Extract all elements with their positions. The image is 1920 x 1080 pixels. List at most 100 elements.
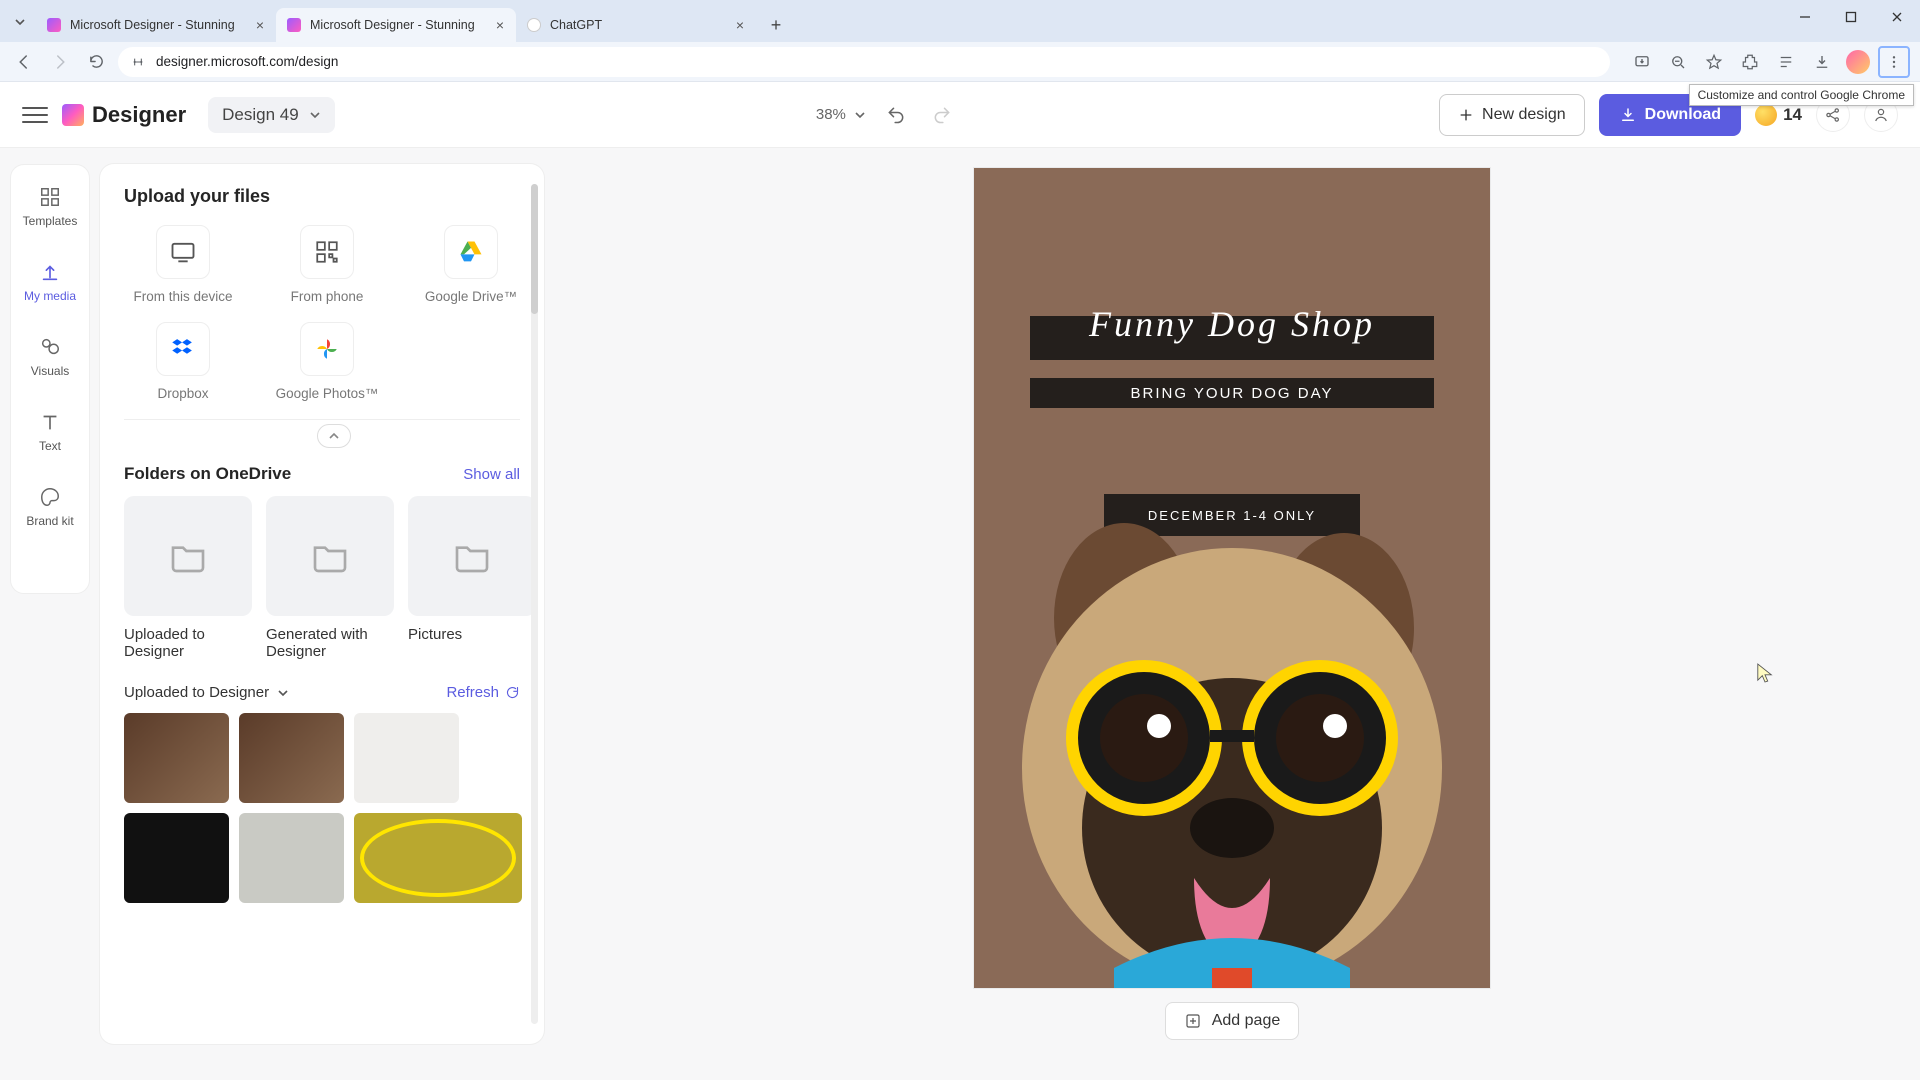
upload-from-device[interactable]: From this device — [124, 225, 242, 304]
media-thumbnail[interactable] — [354, 813, 522, 903]
media-thumbnail[interactable] — [354, 713, 459, 803]
templates-icon — [38, 185, 62, 209]
new-design-button[interactable]: New design — [1439, 94, 1585, 136]
close-icon[interactable]: × — [734, 17, 746, 33]
canvas-area[interactable]: Funny Dog Shop BRING YOUR DOG DAY DECEMB… — [544, 148, 1920, 1080]
media-thumbnail[interactable] — [239, 813, 344, 903]
refresh-button[interactable]: Refresh — [446, 684, 520, 701]
profile-avatar[interactable] — [1842, 46, 1874, 78]
upload-gdrive[interactable]: Google Drive™ — [412, 225, 530, 304]
back-icon[interactable] — [10, 48, 38, 76]
upload-from-phone[interactable]: From phone — [268, 225, 386, 304]
zoom-control[interactable]: 38% — [816, 106, 866, 123]
extensions-icon[interactable] — [1734, 46, 1766, 78]
tooltip: Customize and control Google Chrome — [1689, 84, 1914, 106]
folder-item[interactable] — [266, 496, 394, 616]
canvas-title[interactable]: Funny Dog Shop — [974, 303, 1490, 345]
rail-label: Brand kit — [26, 514, 73, 528]
upload-label: From phone — [291, 289, 364, 304]
new-tab-button[interactable]: + — [762, 11, 790, 39]
upload-label: Google Photos™ — [276, 386, 379, 401]
chevron-down-icon — [309, 109, 321, 121]
browser-tab[interactable]: ChatGPT × — [516, 8, 756, 42]
rail-brandkit[interactable]: Brand kit — [19, 479, 81, 534]
rail-templates[interactable]: Templates — [19, 179, 81, 234]
address-bar[interactable]: designer.microsoft.com/design — [118, 47, 1610, 77]
upload-label: Dropbox — [157, 386, 208, 401]
upload-label: Google Drive™ — [425, 289, 517, 304]
media-thumbnail[interactable] — [239, 713, 344, 803]
app-header: Designer Design 49 38% New design Downlo… — [0, 82, 1920, 148]
tab-title: ChatGPT — [550, 18, 726, 32]
logo-icon — [62, 104, 84, 126]
canvas-subtitle[interactable]: BRING YOUR DOG DAY — [1030, 378, 1434, 408]
tab-title: Microsoft Designer - Stunning — [70, 18, 246, 32]
bookmark-icon[interactable] — [1698, 46, 1730, 78]
gdrive-icon — [444, 225, 498, 279]
add-page-button[interactable]: Add page — [1165, 1002, 1300, 1040]
downloads-icon[interactable] — [1806, 46, 1838, 78]
folder-item[interactable] — [124, 496, 252, 616]
favicon-icon — [46, 17, 62, 33]
design-name-dropdown[interactable]: Design 49 — [208, 97, 335, 133]
rail-visuals[interactable]: Visuals — [19, 329, 81, 384]
credits[interactable]: 14 — [1755, 104, 1802, 126]
show-all-link[interactable]: Show all — [463, 466, 520, 483]
refresh-label: Refresh — [446, 684, 499, 701]
reading-list-icon[interactable] — [1770, 46, 1802, 78]
rail-mymedia[interactable]: My media — [19, 254, 81, 309]
device-icon — [156, 225, 210, 279]
favicon-icon — [286, 17, 302, 33]
browser-titlebar: Microsoft Designer - Stunning × Microsof… — [0, 0, 1920, 42]
rail-label: Visuals — [31, 364, 69, 378]
upload-label: From this device — [133, 289, 232, 304]
tab-title: Microsoft Designer - Stunning — [310, 18, 486, 32]
rail-text[interactable]: Text — [19, 404, 81, 459]
url-text: designer.microsoft.com/design — [156, 54, 338, 69]
site-info-icon[interactable] — [130, 54, 146, 70]
text-icon — [38, 410, 62, 434]
browser-tab[interactable]: Microsoft Designer - Stunning × — [276, 8, 516, 42]
zoom-icon[interactable] — [1662, 46, 1694, 78]
scrollbar[interactable] — [531, 184, 538, 1024]
collapse-icon[interactable] — [317, 424, 351, 448]
close-icon[interactable]: × — [254, 17, 266, 33]
logo-text: Designer — [92, 102, 186, 128]
design-canvas[interactable]: Funny Dog Shop BRING YOUR DOG DAY DECEMB… — [974, 168, 1490, 988]
install-icon[interactable] — [1626, 46, 1658, 78]
close-icon[interactable]: × — [494, 17, 506, 33]
close-window-icon[interactable] — [1874, 0, 1920, 34]
folder-item[interactable] — [408, 496, 536, 616]
zoom-value: 38% — [816, 106, 846, 123]
media-thumbnail[interactable] — [124, 813, 229, 903]
maximize-icon[interactable] — [1828, 0, 1874, 34]
media-thumbnail[interactable] — [124, 713, 229, 803]
dropbox-icon — [156, 322, 210, 376]
upload-gphotos[interactable]: Google Photos™ — [268, 322, 386, 401]
designer-logo[interactable]: Designer — [62, 102, 186, 128]
credits-value: 14 — [1783, 105, 1802, 125]
browser-tab[interactable]: Microsoft Designer - Stunning × — [36, 8, 276, 42]
dog-image[interactable] — [974, 508, 1490, 988]
design-name: Design 49 — [222, 105, 299, 125]
redo-icon[interactable] — [926, 99, 958, 131]
undo-icon[interactable] — [880, 99, 912, 131]
menu-icon[interactable] — [22, 102, 48, 128]
qr-icon — [300, 225, 354, 279]
reload-icon[interactable] — [82, 48, 110, 76]
folder-label: Generated with Designer — [266, 626, 394, 660]
panel-title: Upload your files — [124, 186, 544, 207]
tabs-dropdown-icon[interactable] — [10, 12, 30, 32]
uploads-title: Uploaded to Designer — [124, 684, 269, 701]
new-design-label: New design — [1482, 106, 1566, 124]
refresh-icon — [505, 685, 520, 700]
side-rail: Templates My media Visuals Text Brand ki… — [10, 164, 90, 594]
rail-label: My media — [24, 289, 76, 303]
download-label: Download — [1645, 106, 1721, 124]
forward-icon[interactable] — [46, 48, 74, 76]
upload-dropbox[interactable]: Dropbox — [124, 322, 242, 401]
minimize-icon[interactable] — [1782, 0, 1828, 34]
rail-label: Templates — [23, 214, 78, 228]
uploads-dropdown[interactable]: Uploaded to Designer — [124, 684, 289, 701]
chrome-menu-icon[interactable] — [1878, 46, 1910, 78]
